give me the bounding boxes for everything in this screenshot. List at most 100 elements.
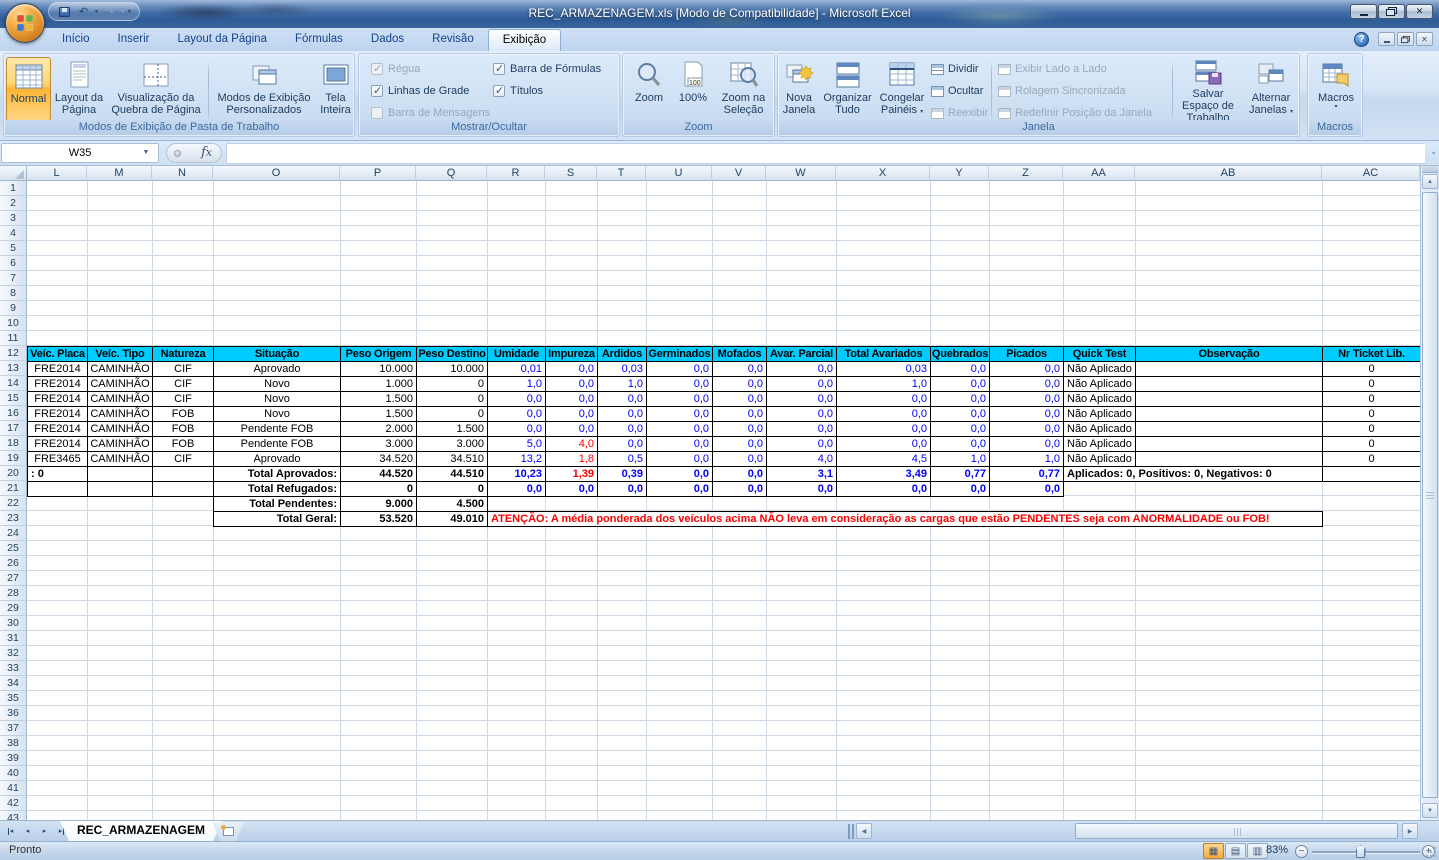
row-header-10[interactable]: 10 [0,316,27,331]
grid-cell[interactable]: CAMINHÃO [87,376,153,392]
grid-cell[interactable]: 4,0 [545,436,598,452]
grid-cell[interactable]: 0,0 [712,406,767,422]
grid-cell[interactable]: 0,0 [766,361,837,377]
row-header-6[interactable]: 6 [0,256,27,271]
tab-layout-da-pagina[interactable]: Layout da Página [163,29,281,51]
grid-cell[interactable]: 1,39 [545,466,598,482]
help-button[interactable]: ? [1354,32,1369,47]
column-header-W[interactable]: W [766,166,836,181]
grid-cell[interactable]: 0,0 [712,391,767,407]
grid-cell[interactable]: 4.500 [416,496,488,512]
grid-cell[interactable] [1322,466,1420,482]
column-header-L[interactable]: L [27,166,87,181]
grid-cell[interactable]: 10.000 [416,361,488,377]
grid-cell[interactable]: Não Aplicado [1063,436,1136,452]
zoom-button[interactable]: Zoom [627,57,671,121]
workbook-minimize-button[interactable] [1378,32,1395,46]
grid-cell[interactable] [87,481,153,497]
grid-cell[interactable]: 34.510 [416,451,488,467]
row-header-29[interactable]: 29 [0,601,27,616]
grid-cell[interactable]: 0,0 [712,361,767,377]
horizontal-scrollbar[interactable]: ◀ ▶ [856,823,1418,840]
table-header-cell[interactable]: Ardidos [597,346,647,362]
grid-cell[interactable]: 0,0 [545,406,598,422]
grid-cell[interactable]: 1.000 [340,376,417,392]
grid-cell[interactable]: 0,0 [646,391,713,407]
column-header-U[interactable]: U [646,166,712,181]
grid-cell[interactable]: Não Aplicado [1063,391,1136,407]
row-header-9[interactable]: 9 [0,301,27,316]
zoom-out-button[interactable]: − [1295,845,1308,858]
grid-cell[interactable]: 10.000 [340,361,417,377]
row-header-39[interactable]: 39 [0,751,27,766]
grid-cell[interactable]: 0,0 [545,376,598,392]
grid-cell[interactable] [1135,361,1323,377]
column-header-R[interactable]: R [487,166,545,181]
zoom-level[interactable]: 83% [1266,844,1288,856]
grid-cell[interactable]: : 0 [27,466,88,482]
grid-cell[interactable] [1135,406,1323,422]
grid-cell[interactable]: FRE2014 [27,406,88,422]
grid-cell[interactable]: 1.500 [340,406,417,422]
row-header-13[interactable]: 13 [0,361,27,376]
row-header-8[interactable]: 8 [0,286,27,301]
grid-cell[interactable] [1135,376,1323,392]
grid-cell[interactable]: 0 [416,391,488,407]
column-header-X[interactable]: X [836,166,930,181]
grid-cell[interactable]: 0,0 [989,376,1064,392]
grid-cell[interactable]: FOB [152,406,214,422]
customize-qat-dropdown[interactable]: ▾ [128,8,131,15]
grid-cell[interactable]: FOB [152,436,214,452]
grid-cell[interactable]: 0,0 [836,421,931,437]
grid-cell[interactable]: 0,0 [646,481,713,497]
grid-cell[interactable]: Aprovado [213,451,341,467]
grid-cell[interactable]: 0,0 [836,481,931,497]
tab-dados[interactable]: Dados [357,29,418,51]
grid-cell[interactable]: CIF [152,391,214,407]
grid-cell[interactable]: 0,0 [989,421,1064,437]
page-layout-view-shortcut[interactable]: ▤ [1225,843,1246,859]
table-header-cell[interactable]: Impureza [545,346,598,362]
row-header-42[interactable]: 42 [0,796,27,811]
grid-cell[interactable]: 0,0 [545,361,598,377]
insert-function-button[interactable]: fx [166,143,222,163]
tab-revisao[interactable]: Revisão [418,29,488,51]
grid-cell[interactable]: CAMINHÃO [87,406,153,422]
zoom-to-selection-button[interactable]: Zoom na Seleção [715,57,772,121]
grid-cell[interactable]: 0,39 [597,466,647,482]
row-header-35[interactable]: 35 [0,691,27,706]
vertical-scroll-thumb[interactable] [1422,192,1438,798]
grid-cell[interactable]: 0 [340,481,417,497]
table-header-cell[interactable]: Total Avariados [836,346,931,362]
grid-cell[interactable]: CAMINHÃO [87,391,153,407]
previous-sheet-button[interactable]: ◂ [20,824,35,838]
grid-cell[interactable]: FRE2014 [27,391,88,407]
grid-cell[interactable]: 0,0 [597,406,647,422]
table-header-cell[interactable]: Germinados [646,346,713,362]
grid-cell[interactable]: 0,0 [597,481,647,497]
grid-cell[interactable]: Não Aplicado [1063,421,1136,437]
row-header-26[interactable]: 26 [0,556,27,571]
formula-input[interactable] [226,143,1425,164]
row-header-23[interactable]: 23 [0,511,27,526]
grid-cell[interactable]: 0,77 [930,466,990,482]
grid-cell[interactable]: 44.510 [416,466,488,482]
grid-cell[interactable]: 5,0 [487,436,546,452]
grid-cell[interactable]: 0,0 [930,376,990,392]
grid-cell[interactable]: 0,0 [646,406,713,422]
grid-cell[interactable]: 0 [1322,436,1420,452]
grid-cell[interactable]: 0,0 [545,391,598,407]
grid-cell[interactable]: FRE3465 [27,451,88,467]
grid-cell[interactable]: 0,0 [487,481,546,497]
tab-split-handle[interactable] [848,824,854,839]
grid-cell[interactable]: CIF [152,451,214,467]
row-header-41[interactable]: 41 [0,781,27,796]
grid-cell[interactable]: 0,77 [989,466,1064,482]
grid-cell[interactable]: CIF [152,361,214,377]
row-header-18[interactable]: 18 [0,436,27,451]
grid-cell[interactable]: CAMINHÃO [87,421,153,437]
grid-cell[interactable]: 9.000 [340,496,417,512]
redo-button[interactable]: ↷ [102,5,117,19]
table-header-cell[interactable]: Mofados [712,346,767,362]
grid-cell[interactable]: 0 [1322,451,1420,467]
